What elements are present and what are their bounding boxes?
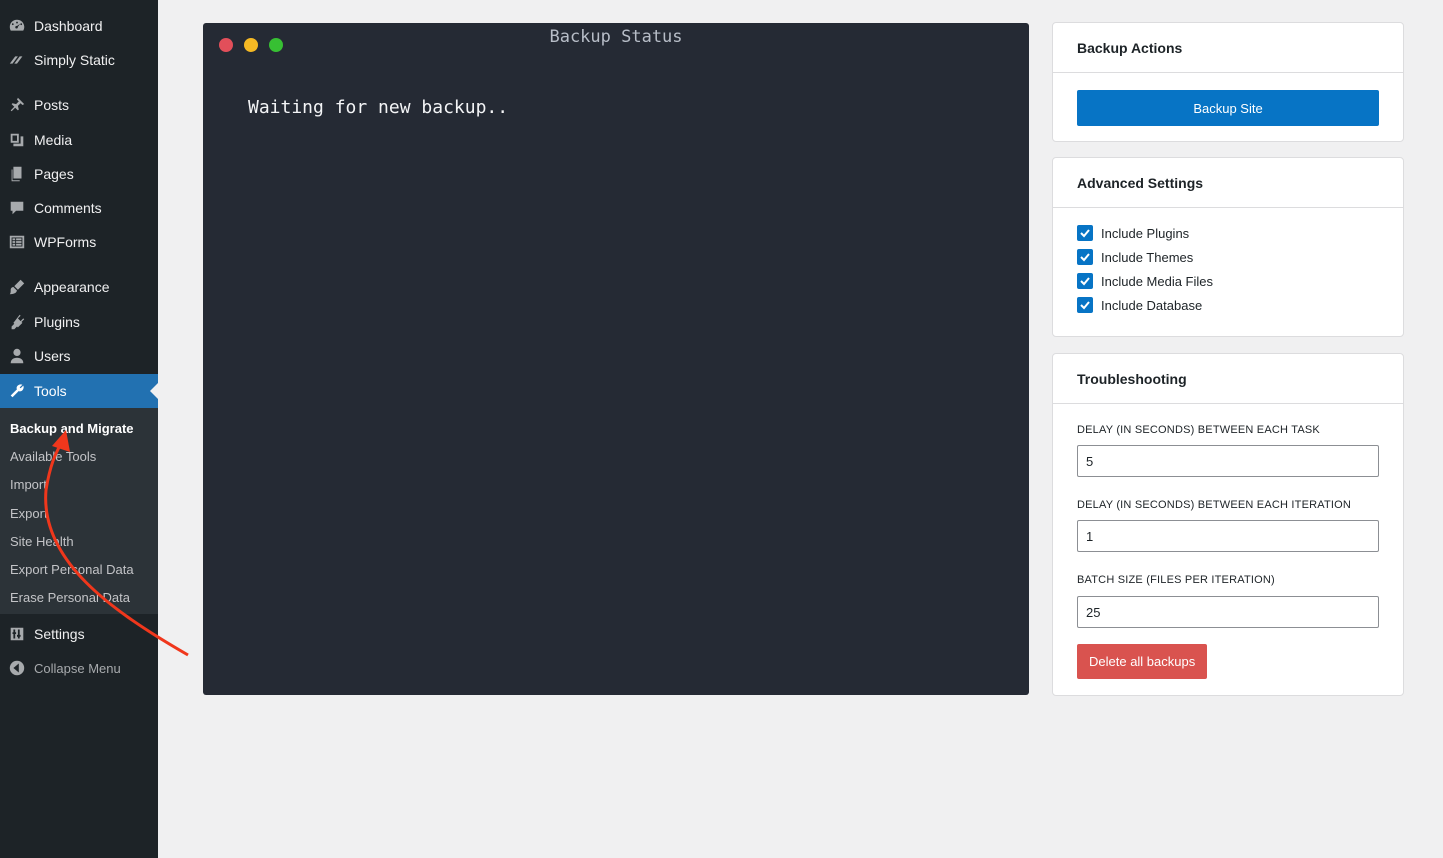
menu-label: Media [34, 132, 73, 148]
option-label: Include Plugins [1101, 225, 1190, 241]
menu-label: Dashboard [34, 18, 103, 34]
checkbox-checked[interactable] [1077, 297, 1093, 313]
option-label: Include Media Files [1101, 273, 1213, 289]
include-media-files-option[interactable]: Include Media Files [1077, 273, 1213, 289]
submenu-export[interactable]: Export [10, 506, 48, 521]
batch-size-input[interactable] [1077, 596, 1379, 628]
menu-item-plugins[interactable]: Plugins [0, 305, 158, 339]
menu-item-comments[interactable]: Comments [0, 191, 158, 225]
checkmark-icon [1080, 229, 1090, 238]
backup-status-terminal: Backup Status Waiting for new backup.. [203, 23, 1029, 695]
pages-icon [0, 165, 34, 183]
menu-item-settings[interactable]: Settings [0, 617, 158, 651]
task-delay-input[interactable] [1077, 445, 1379, 477]
menu-label: Appearance [34, 279, 110, 295]
menu-item-dashboard[interactable]: Dashboard [0, 9, 158, 43]
user-icon [0, 347, 34, 365]
menu-label: Users [34, 348, 71, 364]
include-plugins-option[interactable]: Include Plugins [1077, 225, 1189, 241]
menu-label: Settings [34, 626, 85, 642]
menu-label: Posts [34, 97, 70, 113]
dashboard-icon [0, 17, 34, 35]
brush-icon [0, 278, 34, 296]
simply-static-icon [0, 51, 34, 69]
menu-item-wpforms[interactable]: WPForms [0, 225, 158, 259]
iteration-delay-input[interactable] [1077, 520, 1379, 552]
pin-icon [0, 96, 34, 114]
menu-label: Comments [34, 200, 102, 216]
submenu-import[interactable]: Import [10, 477, 47, 492]
collapse-menu-button[interactable]: Collapse Menu [0, 651, 158, 685]
troubleshooting-panel: Troubleshooting DELAY (IN SECONDS) BETWE… [1052, 353, 1404, 696]
menu-item-pages[interactable]: Pages [0, 157, 158, 191]
checkmark-icon [1080, 277, 1090, 286]
menu-label: Tools [34, 383, 67, 399]
panel-title: Troubleshooting [1053, 354, 1403, 404]
checkbox-checked[interactable] [1077, 273, 1093, 289]
menu-label: Collapse Menu [34, 660, 121, 676]
wrench-icon [0, 382, 34, 400]
menu-item-users[interactable]: Users [0, 339, 158, 373]
terminal-title: Backup Status [549, 27, 683, 47]
option-label: Include Themes [1101, 249, 1194, 265]
comment-icon [0, 199, 34, 217]
menu-label: Pages [34, 166, 74, 182]
backup-actions-panel: Backup Actions Backup Site [1052, 22, 1404, 142]
panel-title: Backup Actions [1053, 23, 1403, 73]
admin-sidebar: Dashboard Simply Static Posts Media Page… [0, 0, 158, 858]
menu-item-tools[interactable]: Tools [0, 374, 158, 408]
submenu-export-personal-data[interactable]: Export Personal Data [10, 562, 134, 577]
plug-icon [0, 313, 34, 331]
task-delay-label: DELAY (IN SECONDS) BETWEEN EACH TASK [1077, 424, 1320, 436]
batch-size-label: BATCH SIZE (FILES PER ITERATION) [1077, 574, 1275, 586]
include-database-option[interactable]: Include Database [1077, 297, 1202, 313]
checkbox-checked[interactable] [1077, 225, 1093, 241]
delete-all-backups-button[interactable]: Delete all backups [1077, 644, 1208, 679]
menu-label: Plugins [34, 314, 80, 330]
menu-label: WPForms [34, 234, 97, 250]
iteration-delay-label: DELAY (IN SECONDS) BETWEEN EACH ITERATIO… [1077, 499, 1352, 511]
checkmark-icon [1080, 301, 1090, 310]
advanced-settings-panel: Advanced Settings Include Plugins Includ… [1052, 157, 1404, 337]
menu-item-posts[interactable]: Posts [0, 88, 158, 122]
menu-item-media[interactable]: Media [0, 123, 158, 157]
terminal-message: Waiting for new backup.. [248, 97, 509, 118]
panel-title: Advanced Settings [1053, 158, 1403, 208]
media-icon [0, 131, 34, 149]
submenu-available-tools[interactable]: Available Tools [10, 449, 96, 464]
backup-site-button[interactable]: Backup Site [1077, 90, 1379, 126]
menu-item-simply-static[interactable]: Simply Static [0, 43, 158, 77]
submenu-site-health[interactable]: Site Health [10, 534, 74, 549]
collapse-icon [0, 659, 34, 677]
submenu-backup-and-migrate[interactable]: Backup and Migrate [10, 421, 134, 436]
forms-icon [0, 233, 34, 251]
submenu-erase-personal-data[interactable]: Erase Personal Data [10, 590, 130, 605]
include-themes-option[interactable]: Include Themes [1077, 249, 1193, 265]
sliders-icon [0, 625, 34, 643]
menu-item-appearance[interactable]: Appearance [0, 270, 158, 304]
menu-label: Simply Static [34, 52, 115, 68]
checkbox-checked[interactable] [1077, 249, 1093, 265]
option-label: Include Database [1101, 297, 1203, 313]
tools-submenu: Backup and Migrate Available Tools Impor… [0, 408, 158, 614]
checkmark-icon [1080, 253, 1090, 262]
